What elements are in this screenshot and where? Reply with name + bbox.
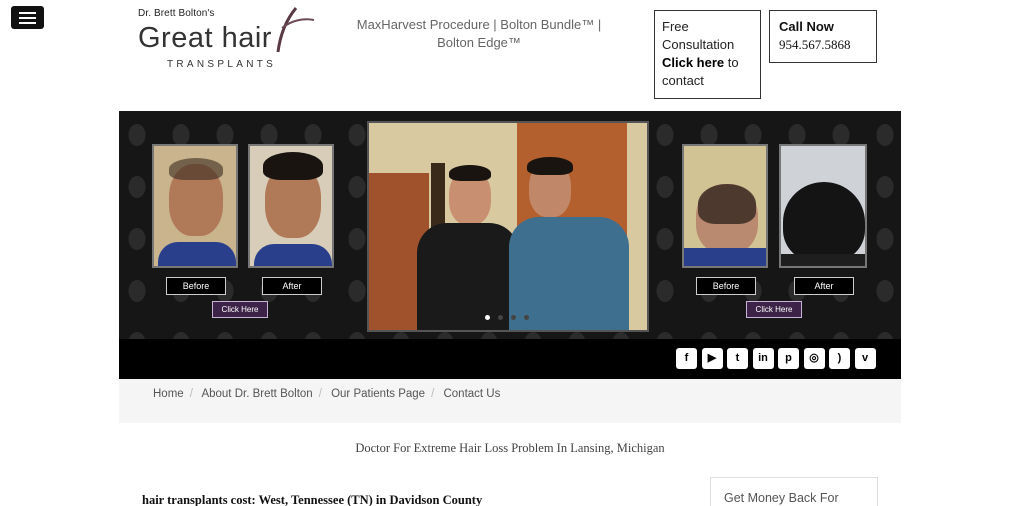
article-title: hair transplants cost: West, Tennessee (… (142, 493, 483, 506)
slider-dots (485, 315, 529, 320)
call-now-title: Call Now (779, 19, 834, 34)
consultation-label: Consultation (662, 37, 735, 52)
right-after-label: After (794, 277, 854, 295)
breadcrumb-contact[interactable]: Contact Us (443, 388, 500, 400)
phone-number[interactable]: 954.567.5868 (779, 36, 867, 54)
procedures-tagline[interactable]: MaxHarvest Procedure | Bolton Bundle™ | … (340, 16, 618, 52)
menu-button[interactable] (11, 6, 44, 29)
click-here-link[interactable]: Click here (662, 55, 724, 70)
linkedin-icon[interactable]: in (752, 348, 774, 369)
left-after-label: After (262, 277, 322, 295)
left-before-label: Before (166, 277, 226, 295)
free-label: Free (662, 19, 689, 34)
breadcrumb-patients[interactable]: Our Patients Page (331, 388, 425, 400)
call-now-box[interactable]: Call Now 954.567.5868 (769, 10, 877, 63)
hair-strand-icon (276, 7, 315, 53)
left-after-photo (248, 144, 334, 268)
breadcrumb: Home / About Dr. Brett Bolton / Our Patien… (119, 379, 901, 423)
breadcrumb-separator: / (189, 388, 193, 400)
free-consultation-box[interactable]: Free Consultation Click here to contact (654, 10, 761, 99)
breadcrumb-separator: / (431, 388, 435, 400)
breadcrumb-about[interactable]: About Dr. Brett Bolton (201, 388, 312, 400)
logo-sub-text: TRANSPLANTS (167, 59, 277, 70)
hero-slider: Before After Click Here Before After Cli… (119, 111, 901, 339)
rss-icon[interactable]: ) (829, 348, 850, 369)
breadcrumb-home[interactable]: Home (153, 388, 184, 400)
menu-icon-bar (19, 17, 36, 19)
sidebar-money-back-box[interactable]: Get Money Back For (710, 477, 878, 506)
right-before-photo (682, 144, 768, 268)
youtube-icon[interactable]: ▶ (701, 348, 723, 369)
right-click-here-button[interactable]: Click Here (746, 301, 802, 318)
site-logo[interactable]: Dr. Brett Bolton's Great hair TRANSPLANT… (138, 6, 315, 72)
twitter-icon[interactable]: t (727, 348, 748, 369)
vimeo-icon[interactable]: v (854, 348, 876, 369)
right-before-label: Before (696, 277, 756, 295)
instagram-icon[interactable]: ◎ (803, 348, 825, 369)
page-subtitle: Doctor For Extreme Hair Loss Problem In … (355, 441, 665, 455)
right-after-photo (779, 144, 867, 268)
logo-top-line: Dr. Brett Bolton's (138, 8, 215, 19)
slider-dot[interactable] (485, 315, 490, 320)
breadcrumb-separator: / (318, 388, 322, 400)
slider-dot[interactable] (511, 315, 516, 320)
slider-dot[interactable] (498, 315, 503, 320)
pinterest-icon[interactable]: p (778, 348, 799, 369)
facebook-icon[interactable]: f (676, 348, 697, 369)
left-click-here-button[interactable]: Click Here (212, 301, 268, 318)
logo-main-text: Great hair (138, 22, 272, 54)
center-slide-photo (367, 121, 649, 332)
menu-icon-bar (19, 22, 36, 24)
left-before-photo (152, 144, 238, 268)
menu-icon-bar (19, 12, 36, 14)
slider-dot[interactable] (524, 315, 529, 320)
